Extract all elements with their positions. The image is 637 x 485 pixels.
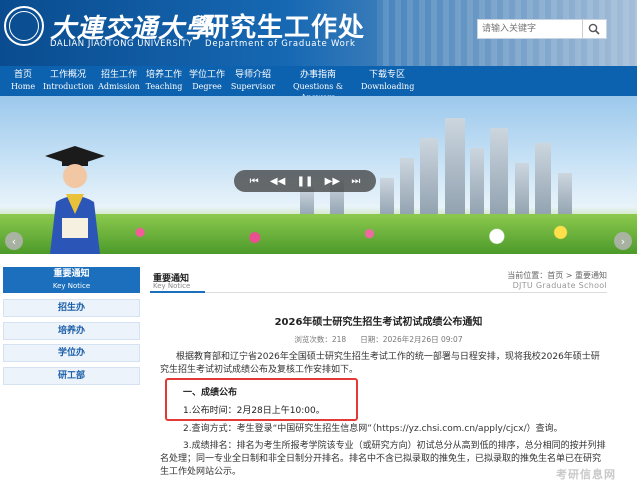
nav-degree[interactable]: 学位工作 Degree <box>188 70 226 92</box>
last-slide-icon[interactable]: ⏭ <box>351 176 360 187</box>
section-heading: 一、成绩公布 <box>183 388 238 398</box>
nav-teaching[interactable]: 培养工作 Teaching <box>144 70 184 92</box>
nav-label-cn: 首页 <box>13 70 32 80</box>
nav-label-en: Admission <box>98 82 140 91</box>
university-name-en: DALIAN JIAOTONG UNIVERSITY <box>50 39 193 49</box>
nav-label-en: Degree <box>192 82 222 91</box>
rewind-icon[interactable]: ◀◀ <box>270 176 285 187</box>
article-title: 2026年硕士研究生招生考试初试成绩公布通知 <box>274 317 483 328</box>
nav-label-cn: 学位工作 <box>188 70 225 80</box>
nav-label-en: Home <box>10 82 36 91</box>
city-building <box>380 178 394 218</box>
city-building <box>558 173 572 218</box>
release-time-item: 1.公布时间：2月28日上午10:00。 <box>183 406 325 416</box>
city-building <box>420 138 438 218</box>
sidebar-title-cn: 重要通知 <box>53 269 90 279</box>
sidebar-title-en: Key Notice <box>52 282 91 290</box>
search-input[interactable] <box>478 20 582 38</box>
breadcrumb-en: DJTU Graduate School <box>512 281 607 290</box>
fast-forward-icon[interactable]: ▶▶ <box>325 176 340 187</box>
nav-label-cn: 办事指南 <box>299 70 336 80</box>
city-building <box>470 148 484 218</box>
city-building <box>490 128 508 218</box>
nav-label-en: Teaching <box>145 82 183 91</box>
city-building <box>400 158 414 218</box>
slideshow-player: ⏮ ◀◀ ❚❚ ▶▶ ⏭ <box>234 170 376 192</box>
nav-label-en: Introduction <box>43 82 94 91</box>
sidebar-item-training-office[interactable]: 培养办 <box>3 322 140 340</box>
sidebar-item-degree-office[interactable]: 学位办 <box>3 344 140 362</box>
ranking-item: 3.成绩排名：排名为考生所报考学院该专业（或研究方向）初试总分从高到低的排序，总… <box>160 441 606 477</box>
search-icon[interactable] <box>582 20 604 38</box>
content-title-en: Key Notice <box>153 282 191 290</box>
content-tab-underline <box>150 291 205 293</box>
nav-label-cn: 导师介绍 <box>234 70 271 80</box>
nav-home[interactable]: 首页 Home <box>8 70 38 92</box>
article-intro-paragraph: 根据教育部和辽宁省2026年全国硕士研究生招生考试工作的统一部署与日程安排，现将… <box>160 352 600 375</box>
nav-label-en: Supervisor <box>230 82 276 91</box>
query-method-item: 2.查询方式：考生登录“中国研究生招生信息网”（https://yz.chsi.… <box>183 424 563 434</box>
graduate-figure <box>45 146 105 254</box>
logo-ring <box>9 11 39 41</box>
nav-supervisor[interactable]: 导师介绍 Supervisor <box>230 70 276 92</box>
sidebar-item-admissions-office[interactable]: 招生办 <box>3 299 140 317</box>
nav-label-cn: 下载专区 <box>368 70 405 80</box>
nav-label-en: Downloading <box>361 82 415 91</box>
breadcrumb: 当前位置：首页 > 重要通知 <box>507 271 607 280</box>
sidebar-header: 重要通知 Key Notice <box>3 267 140 293</box>
banner-prev-arrow-icon[interactable]: ‹ <box>5 232 23 250</box>
search-box <box>477 19 607 39</box>
watermark: 考研信息网 <box>556 468 616 481</box>
view-count: 浏览次数：218 <box>294 335 347 344</box>
site-header: 大連交通大學 DALIAN JIAOTONG UNIVERSITY 研究生工作处… <box>0 0 637 66</box>
nav-label-cn: 工作概况 <box>49 70 86 80</box>
city-building <box>535 143 551 218</box>
nav-admission[interactable]: 招生工作 Admission <box>97 70 141 92</box>
city-building <box>515 163 529 218</box>
main-nav: 首页 Home 工作概况 Introduction 招生工作 Admission… <box>0 66 637 102</box>
nav-introduction[interactable]: 工作概况 Introduction <box>43 70 94 92</box>
content-header: 重要通知 Key Notice 当前位置：首页 > 重要通知 DJTU Grad… <box>150 267 607 293</box>
sidebar-item-graduate-dept[interactable]: 研工部 <box>3 367 140 385</box>
city-building <box>445 118 465 218</box>
publish-date: 日期：2026年2月26日 09:07 <box>360 335 463 344</box>
banner-next-arrow-icon[interactable]: › <box>614 232 632 250</box>
department-name-en: Department of Graduate Work <box>205 39 356 49</box>
pause-icon[interactable]: ❚❚ <box>297 176 314 187</box>
nav-downloading[interactable]: 下载专区 Downloading <box>361 70 415 92</box>
article-meta: 浏览次数：218 日期：2026年2月26日 09:07 <box>150 334 607 345</box>
nav-label-cn: 招生工作 <box>100 70 137 80</box>
banner-slideshow[interactable]: ⏮ ◀◀ ❚❚ ▶▶ ⏭ <box>0 96 637 254</box>
university-logo[interactable] <box>4 6 44 46</box>
nav-label-cn: 培养工作 <box>145 70 182 80</box>
first-slide-icon[interactable]: ⏮ <box>250 176 259 187</box>
